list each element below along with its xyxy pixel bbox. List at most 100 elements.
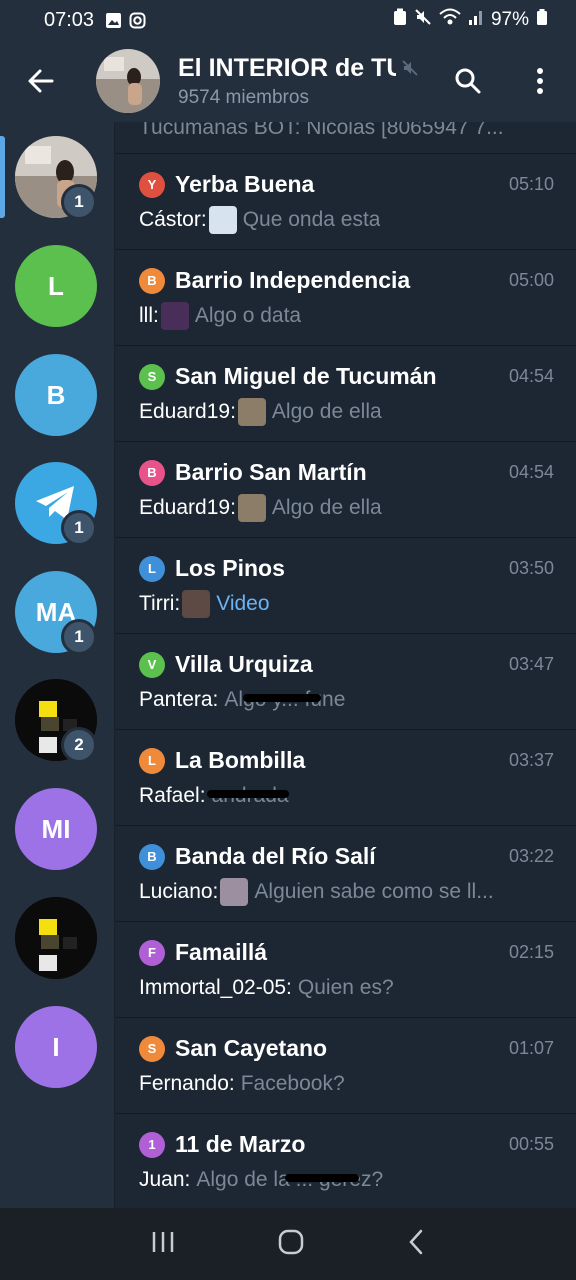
list-item-header: L La Bombilla 03:37 <box>139 730 554 778</box>
more-options-button[interactable] <box>510 40 570 122</box>
sidebar: 1 L B 1 MA 1 2 MI I <box>0 122 114 1208</box>
list-item[interactable]: Y Yerba Buena 05:10 Cástor: Que onda esta <box>115 154 576 250</box>
list-item[interactable]: B Banda del Río Salí 03:22 Luciano: Alguien … <box>115 826 576 922</box>
recent-apps-icon <box>153 1231 174 1252</box>
avatar: I <box>15 1006 97 1088</box>
topic-name: Famaillá <box>175 939 268 965</box>
list-item[interactable]: S San Miguel de Tucumán 04:54 Eduard19: Algo… <box>115 346 576 442</box>
topic-name: San Cayetano <box>175 1035 328 1061</box>
sidebar-item[interactable]: MA 1 <box>15 571 97 655</box>
avatar <box>15 897 97 979</box>
list-item-header: S San Cayetano 01:07 <box>139 1018 554 1066</box>
timestamp: 02:15 <box>508 942 554 962</box>
status-time: 07:03 <box>44 8 95 31</box>
redacted-avatar <box>15 897 97 979</box>
avatar: L <box>15 245 97 327</box>
back-button[interactable] <box>0 40 82 122</box>
topic-icon: B <box>139 459 165 486</box>
media-thumbnail <box>160 302 189 330</box>
sender-name: Immortal_02-05: <box>139 976 292 999</box>
sender-name: Eduard19: <box>139 400 236 423</box>
sender-name: lll: <box>139 304 159 327</box>
sidebar-item[interactable]: 2 <box>15 679 97 763</box>
media-thumbnail <box>208 206 237 234</box>
media-thumbnail <box>182 590 211 618</box>
wifi-icon <box>439 8 461 32</box>
list-item[interactable]: V Villa Urquiza 03:47 Pantera:Algo y... fun… <box>115 634 576 730</box>
signal-icon <box>468 8 484 32</box>
list-item-header: B Barrio Independencia 05:00 <box>139 250 554 298</box>
topic-icon: 1 <box>139 1131 165 1158</box>
more-vert-icon <box>537 68 543 94</box>
timestamp: 05:10 <box>508 174 554 194</box>
unread-badge: 1 <box>61 184 97 220</box>
sidebar-item[interactable]: MI <box>15 788 97 870</box>
member-count: 9574 miembros <box>178 86 309 108</box>
message-text: Video <box>216 592 270 615</box>
timestamp: 05:00 <box>508 270 554 290</box>
sidebar-item[interactable]: L <box>15 245 97 327</box>
sender-name: Juan: <box>139 1168 191 1191</box>
message-text: Algo de ella <box>271 496 382 519</box>
topic-name: Banda del Río Salí <box>175 843 376 869</box>
list-item[interactable]: B Barrio San Martín 04:54 Eduard19: Algo de … <box>115 442 576 538</box>
list-item[interactable]: L La Bombilla 03:37 Rafael:andrada <box>115 730 576 826</box>
message-preview: Pantera:Algo y... fune <box>139 682 554 718</box>
timestamp: 03:50 <box>508 558 554 578</box>
chat-header: El INTERIOR de TUC 9574 miembros <box>0 40 576 122</box>
avatar-initials: L <box>48 270 64 301</box>
recent-apps-button[interactable] <box>150 1230 176 1259</box>
timestamp: 03:47 <box>508 654 554 674</box>
sidebar-item[interactable] <box>15 897 97 979</box>
selected-indicator <box>0 136 5 218</box>
topic-icon: L <box>139 555 165 582</box>
topic-list: Tucumanas BOT: Nicolás [8065947 7... Y Ye… <box>114 122 576 1208</box>
avatar-initials: MI <box>41 813 71 844</box>
sender-name: Fernando: <box>139 1072 235 1095</box>
sender-name: Luciano: <box>139 880 219 903</box>
chevron-left-icon <box>408 1229 422 1254</box>
sidebar-item[interactable]: 1 <box>15 136 97 220</box>
message-preview: Eduard19: Algo de ella <box>139 490 554 526</box>
message-preview: Luciano: Alguien sabe como se ll... <box>139 874 554 910</box>
topic-name: San Miguel de Tucumán <box>175 363 437 389</box>
unread-badge: 1 <box>61 619 97 655</box>
instagram-icon <box>128 11 146 29</box>
media-thumbnail <box>220 878 249 906</box>
list-item-header: B Banda del Río Salí 03:22 <box>139 826 554 874</box>
topic-icon: L <box>139 747 165 774</box>
sidebar-item[interactable]: I <box>15 1006 97 1088</box>
header-text[interactable]: El INTERIOR de TUC 9574 miembros <box>178 54 428 109</box>
topic-icon: S <box>139 363 165 390</box>
sender-name: Pantera: <box>139 688 219 711</box>
list-item-partial[interactable]: Tucumanas BOT: Nicolás [8065947 7... <box>115 122 576 154</box>
search-button[interactable] <box>438 40 498 122</box>
redaction-mark <box>243 694 321 702</box>
page-title: El INTERIOR de TUC <box>178 54 428 83</box>
media-thumbnail <box>237 398 266 426</box>
sidebar-item[interactable]: B <box>15 354 97 436</box>
message-preview: Eduard19: Algo de ella <box>139 394 554 430</box>
list-item[interactable]: S San Cayetano 01:07 Fernando: Facebook? <box>115 1018 576 1114</box>
message-preview: lll: Algo o data <box>139 298 554 334</box>
list-item-header: S San Miguel de Tucumán 04:54 <box>139 346 554 394</box>
list-item-header: 1 11 de Marzo 00:55 <box>139 1114 554 1162</box>
home-button[interactable] <box>277 1228 305 1261</box>
sender-name: Rafael: <box>139 784 206 807</box>
topic-icon: B <box>139 843 165 870</box>
redaction-mark <box>207 790 289 798</box>
battery-saver-icon <box>393 8 407 32</box>
list-item[interactable]: L Los Pinos 03:50 Tirri: Video <box>115 538 576 634</box>
topic-icon: S <box>139 1035 165 1062</box>
list-item[interactable]: 111 de Marzo00:55Juan:Algo de la ... ger… <box>115 1114 576 1208</box>
sidebar-item[interactable]: 1 <box>15 462 97 546</box>
message-preview: Tirri: Video <box>139 586 554 622</box>
message-preview: Fernando: Facebook? <box>139 1066 554 1102</box>
group-avatar[interactable] <box>96 49 160 113</box>
list-item[interactable]: B Barrio Independencia 05:00 lll: Algo o dat… <box>115 250 576 346</box>
topic-icon: F <box>139 939 165 966</box>
topic-icon: V <box>139 651 165 678</box>
nav-back-button[interactable] <box>406 1228 426 1261</box>
list-item-header: V Villa Urquiza 03:47 <box>139 634 554 682</box>
list-item[interactable]: F Famaillá 02:15 Immortal_02-05: Quien es? <box>115 922 576 1018</box>
